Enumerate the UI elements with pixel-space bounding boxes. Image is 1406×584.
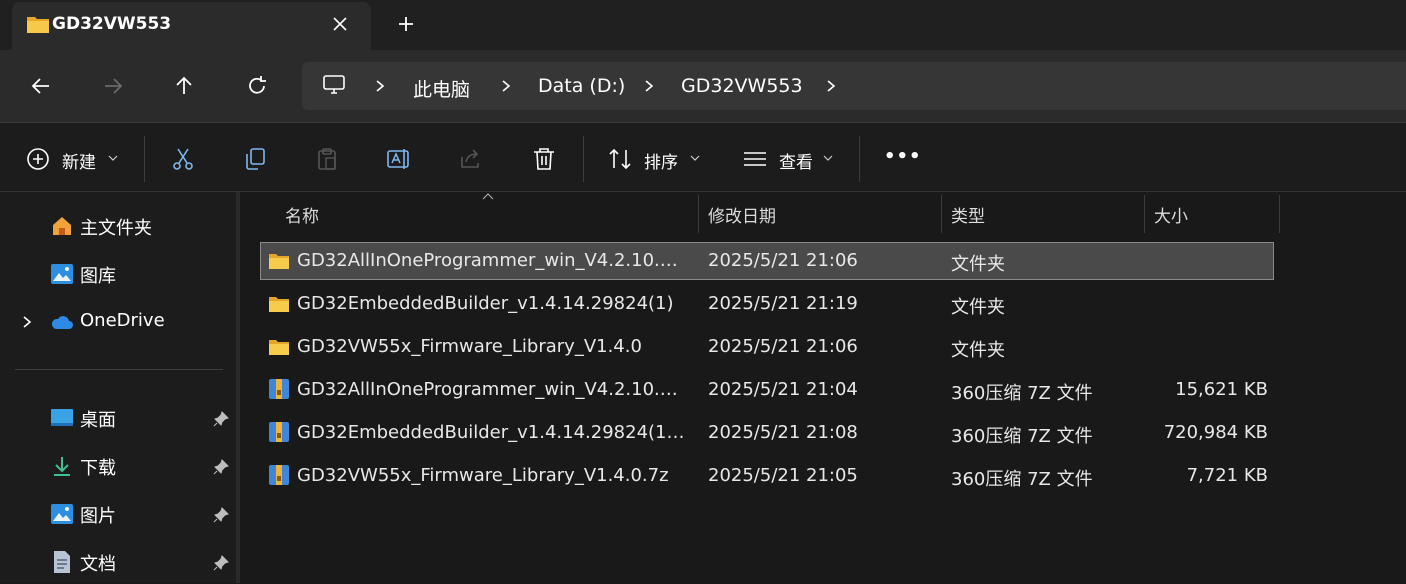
chevron-right-icon[interactable] (824, 78, 838, 94)
breadcrumb-this-pc[interactable]: 此电脑 (413, 75, 470, 102)
close-icon[interactable] (330, 14, 350, 34)
sidebar-item-label: 图片 (80, 506, 116, 527)
chevron-right-icon[interactable] (499, 78, 513, 94)
chevron-down-icon[interactable] (108, 155, 118, 161)
file-name: GD32VW55x_Firmware_Library_V1.4.0.7z (297, 465, 669, 486)
documents-icon (54, 551, 70, 573)
folder-icon (27, 17, 49, 33)
chevron-down-icon[interactable] (690, 155, 700, 161)
cloud-icon (51, 316, 73, 329)
file-date: 2025/5/21 21:08 (708, 422, 858, 443)
column-header-type[interactable]: 类型 (951, 202, 985, 227)
file-date: 2025/5/21 21:05 (708, 465, 858, 486)
archive-icon (269, 422, 289, 442)
divider (859, 136, 860, 182)
back-button[interactable] (27, 72, 55, 100)
file-type: 360压缩 7Z 文件 (951, 383, 1093, 404)
cut-icon[interactable] (170, 146, 196, 172)
sidebar-item-documents[interactable] (0, 540, 236, 584)
file-name: GD32EmbeddedBuilder_v1.4.14.29824(1).7z (297, 422, 689, 443)
pin-icon[interactable] (212, 554, 230, 572)
file-type: 文件夹 (951, 340, 1005, 361)
command-bar (0, 123, 1406, 192)
desktop-icon (51, 409, 73, 426)
sidebar-item-pictures[interactable] (0, 492, 236, 536)
file-size: 7,721 KB (1186, 465, 1268, 486)
file-date: 2025/5/21 21:06 (708, 250, 858, 271)
divider (144, 136, 145, 182)
file-name: GD32AllInOneProgrammer_win_V4.2.10.28... (297, 379, 689, 400)
column-divider[interactable] (698, 195, 699, 233)
sidebar-item-gallery[interactable] (0, 252, 236, 296)
folder-icon (269, 297, 289, 312)
file-type: 文件夹 (951, 254, 1005, 275)
new-button[interactable]: 新建 (62, 148, 96, 173)
gallery-icon (51, 264, 73, 284)
breadcrumb-current-folder[interactable]: GD32VW553 (681, 75, 803, 97)
chevron-right-icon[interactable] (642, 78, 656, 94)
archive-icon (269, 379, 289, 399)
file-size: 15,621 KB (1175, 379, 1268, 400)
new-plus-icon (27, 148, 49, 170)
column-header-size[interactable]: 大小 (1154, 202, 1188, 227)
sidebar-item-desktop[interactable] (0, 396, 236, 440)
delete-icon[interactable] (531, 146, 557, 172)
file-name: GD32VW55x_Firmware_Library_V1.4.0 (297, 336, 642, 357)
computer-icon (323, 75, 345, 94)
more-options-button[interactable]: ••• (884, 146, 922, 167)
sidebar-item-label: 下载 (80, 458, 116, 479)
download-icon (54, 457, 70, 476)
copy-icon[interactable] (242, 146, 268, 172)
file-date: 2025/5/21 21:19 (708, 293, 858, 314)
refresh-button[interactable] (243, 72, 271, 100)
file-date: 2025/5/21 21:06 (708, 336, 858, 357)
file-size: 720,984 KB (1163, 422, 1268, 443)
sidebar-item-label: 文档 (80, 554, 116, 575)
forward-button[interactable] (99, 72, 127, 100)
paste-icon[interactable] (314, 146, 340, 172)
column-divider[interactable] (1144, 195, 1145, 233)
rename-icon[interactable] (386, 146, 412, 172)
home-icon (53, 217, 71, 235)
folder-icon (269, 340, 289, 355)
expand-chevron-icon[interactable] (20, 314, 34, 330)
sort-ascending-icon (482, 193, 494, 200)
file-name: GD32EmbeddedBuilder_v1.4.14.29824(1) (297, 293, 674, 314)
chevron-right-icon[interactable] (373, 78, 387, 94)
sidebar-item-downloads[interactable] (0, 444, 236, 488)
file-type: 360压缩 7Z 文件 (951, 469, 1093, 490)
column-header-name[interactable]: 名称 (285, 202, 319, 227)
folder-icon (269, 254, 289, 269)
tab-title: GD32VW553 (52, 14, 172, 34)
file-type: 360压缩 7Z 文件 (951, 426, 1093, 447)
view-icon (744, 152, 766, 166)
archive-icon (269, 465, 289, 485)
column-divider[interactable] (1279, 195, 1280, 233)
breadcrumb-data-drive[interactable]: Data (D:) (538, 75, 625, 97)
chevron-down-icon[interactable] (823, 155, 833, 161)
up-button[interactable] (170, 72, 198, 100)
sidebar-item-label: OneDrive (80, 310, 165, 331)
sort-icon (609, 148, 631, 170)
sort-button[interactable]: 排序 (644, 148, 678, 173)
sidebar-item-label: 桌面 (80, 410, 116, 431)
divider (583, 136, 584, 182)
column-divider[interactable] (941, 195, 942, 233)
pin-icon[interactable] (212, 506, 230, 524)
share-icon[interactable] (458, 146, 484, 172)
sidebar-item-label: 图库 (80, 266, 116, 287)
pin-icon[interactable] (212, 458, 230, 476)
file-type: 文件夹 (951, 297, 1005, 318)
file-date: 2025/5/21 21:04 (708, 379, 858, 400)
sidebar-item-label: 主文件夹 (80, 218, 152, 239)
view-button[interactable]: 查看 (779, 148, 813, 173)
new-tab-button[interactable] (396, 14, 416, 34)
file-name: GD32AllInOneProgrammer_win_V4.2.10.28... (297, 250, 689, 271)
divider (15, 369, 223, 370)
column-header-date[interactable]: 修改日期 (708, 202, 776, 227)
pictures-icon (51, 504, 73, 524)
pin-icon[interactable] (212, 410, 230, 428)
